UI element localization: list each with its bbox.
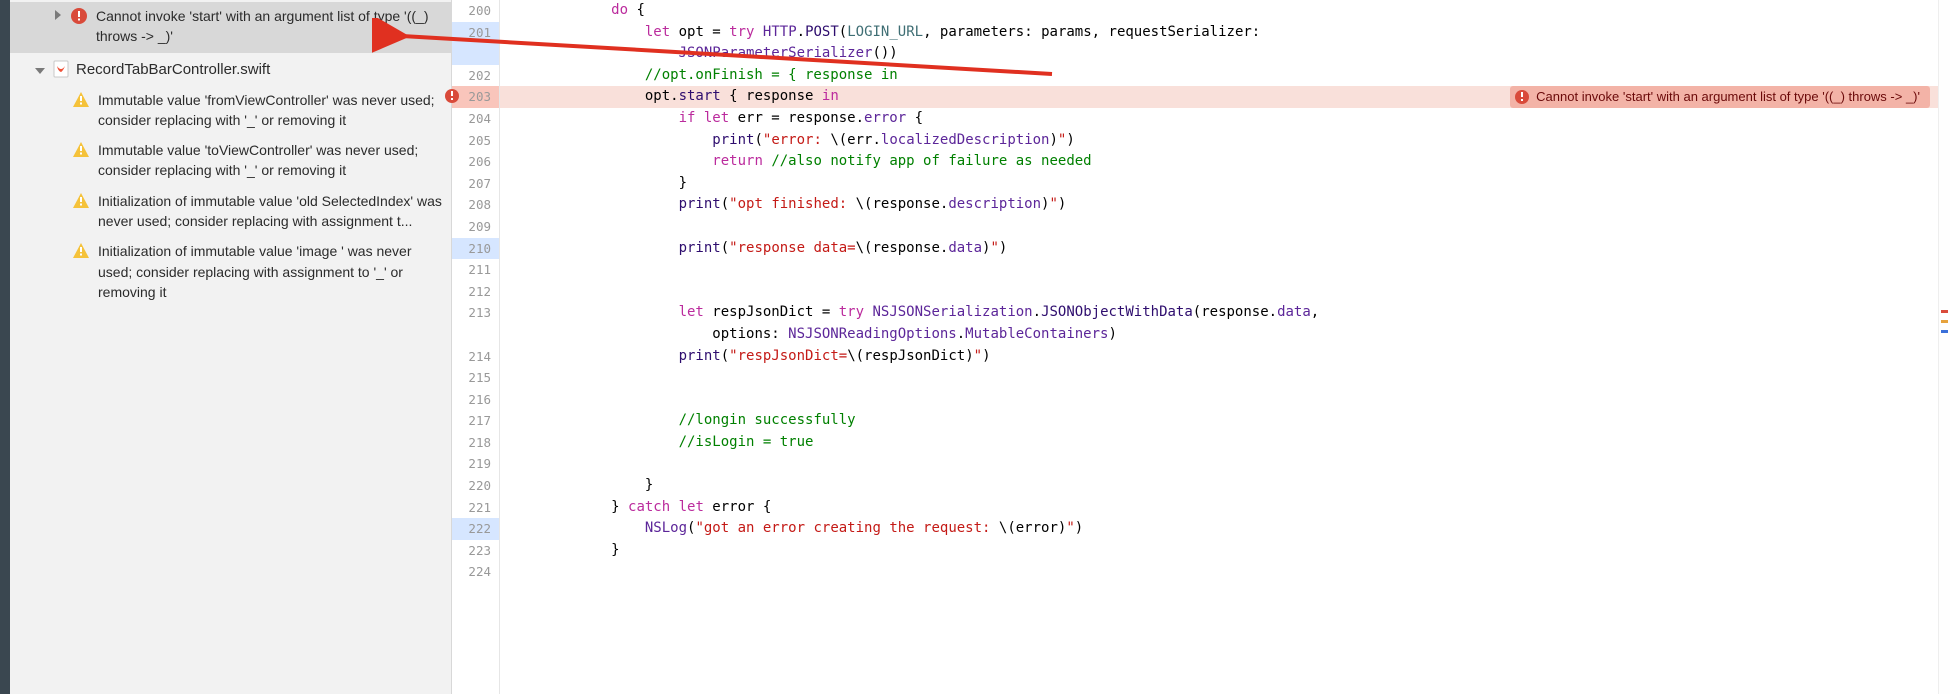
gutter-line: 216 [452,389,499,411]
code-line[interactable] [500,561,1938,583]
code-line[interactable]: //longin successfully [500,410,1938,432]
gutter-line: 214 [452,346,499,368]
gutter-line: 224 [452,561,499,583]
code-line[interactable] [500,216,1938,238]
code-line[interactable] [500,453,1938,475]
issue-row-warning[interactable]: Initialization of immutable value 'old S… [10,187,451,238]
code-line[interactable]: //isLogin = true [500,432,1938,454]
code-line[interactable] [500,367,1938,389]
scroll-minimap[interactable] [1938,0,1950,694]
inline-error-text: Cannot invoke 'start' with an argument l… [1536,86,1920,108]
issue-text: Initialization of immutable value 'image… [98,241,443,302]
code-line[interactable] [500,389,1938,411]
gutter-line: 210 [452,238,499,260]
issue-text: Cannot invoke 'start' with an argument l… [96,6,443,47]
issue-text: Immutable value 'toViewController' was n… [98,140,443,181]
gutter-line: 220 [452,475,499,497]
code-line[interactable]: let respJsonDict = try NSJSONSerializati… [500,302,1938,345]
gutter-line: 217 [452,410,499,432]
issue-navigator[interactable]: Cannot invoke 'start' with an argument l… [0,0,452,694]
code-line[interactable]: opt.start { response inCannot invoke 'st… [500,86,1938,108]
gutter-line: 209 [452,216,499,238]
error-icon [70,7,88,25]
warning-icon [72,192,90,210]
code-line[interactable] [500,259,1938,281]
gutter-line: 223 [452,540,499,562]
issue-text: Initialization of immutable value 'old S… [98,191,443,232]
code-line[interactable]: NSLog("got an error creating the request… [500,518,1938,540]
error-icon [1514,89,1530,105]
code-line[interactable]: } [500,173,1938,195]
issue-row-warning[interactable]: Immutable value 'fromViewController' was… [10,86,451,137]
gutter-line: 202 [452,65,499,87]
file-name: RecordTabBarController.swift [76,59,270,80]
gutter-line: 212 [452,281,499,303]
code-line[interactable]: return //also notify app of failure as n… [500,151,1938,173]
warning-icon [72,141,90,159]
gutter-line: 213 [452,302,499,345]
line-gutter[interactable]: 2002012022032042052062072082092102112122… [452,0,500,694]
code-editor[interactable]: 2002012022032042052062072082092102112122… [452,0,1950,694]
code-line[interactable]: print("respJsonDict=\(respJsonDict)") [500,346,1938,368]
code-line[interactable]: print("error: \(err.localizedDescription… [500,130,1938,152]
issue-row-warning[interactable]: Initialization of immutable value 'image… [10,237,451,308]
gutter-line: 222 [452,518,499,540]
code-area[interactable]: do { let opt = try HTTP.POST(LOGIN_URL, … [500,0,1938,694]
code-line[interactable]: print("opt finished: \(response.descript… [500,194,1938,216]
gutter-line: 200 [452,0,499,22]
code-line[interactable]: print("response data=\(response.data)") [500,238,1938,260]
issue-row-error[interactable]: Cannot invoke 'start' with an argument l… [10,2,451,53]
gutter-line: 219 [452,453,499,475]
inline-error-banner[interactable]: Cannot invoke 'start' with an argument l… [1510,86,1930,108]
gutter-line: 207 [452,173,499,195]
gutter-line: 221 [452,497,499,519]
gutter-line: 218 [452,432,499,454]
code-line[interactable]: //opt.onFinish = { response in [500,65,1938,87]
gutter-line: 206 [452,151,499,173]
warning-icon [72,242,90,260]
gutter-line: 215 [452,367,499,389]
warning-icon [72,91,90,109]
code-line[interactable]: } [500,540,1938,562]
issue-text: Immutable value 'fromViewController' was… [98,90,443,131]
gutter-line: 208 [452,194,499,216]
chevron-right-icon [52,9,64,21]
file-header-row[interactable]: RecordTabBarController.swift [10,53,451,86]
gutter-line: 211 [452,259,499,281]
code-line[interactable]: if let err = response.error { [500,108,1938,130]
code-line[interactable]: let opt = try HTTP.POST(LOGIN_URL, param… [500,22,1938,65]
gutter-line: 201 [452,22,499,65]
code-line[interactable]: } catch let error { [500,497,1938,519]
code-line[interactable]: do { [500,0,1938,22]
gutter-line: 205 [452,130,499,152]
issue-row-warning[interactable]: Immutable value 'toViewController' was n… [10,136,451,187]
code-line[interactable] [500,281,1938,303]
code-line[interactable]: } [500,475,1938,497]
gutter-line: 203 [452,86,499,108]
swift-file-icon [52,60,70,78]
gutter-line: 204 [452,108,499,130]
chevron-down-icon [34,65,46,77]
